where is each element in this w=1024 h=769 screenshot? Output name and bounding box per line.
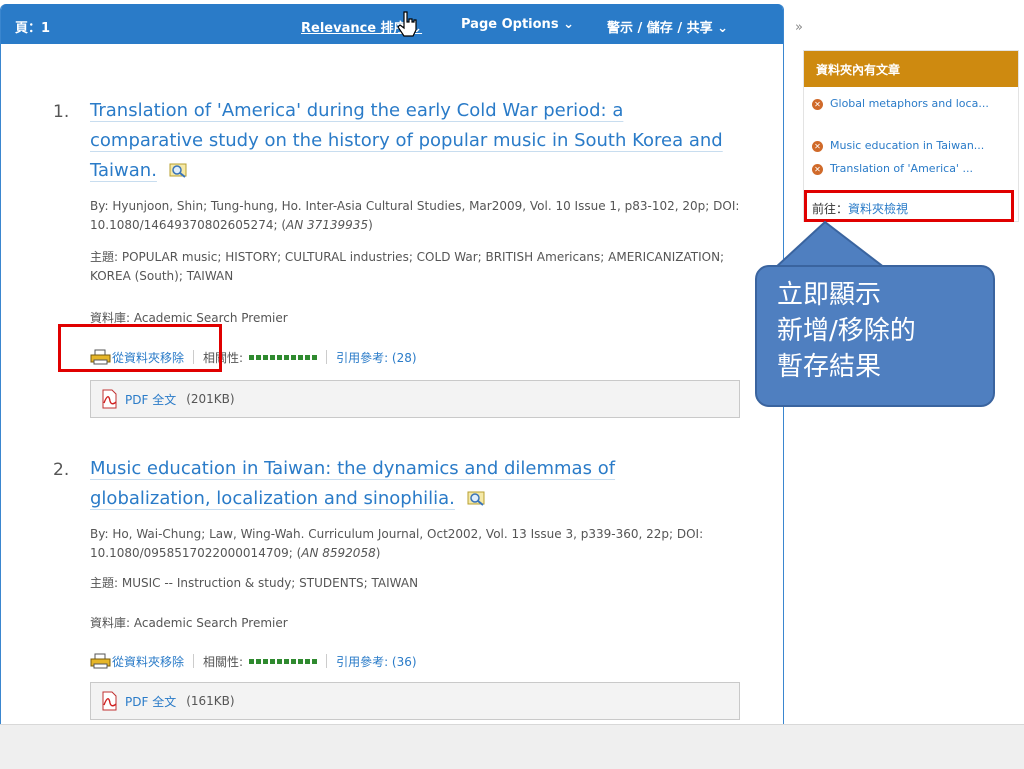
result-number: 2. <box>53 460 70 480</box>
magnifier-preview-icon[interactable] <box>467 490 487 506</box>
printer-icon <box>90 653 111 669</box>
pdf-size: (201KB) <box>186 392 235 406</box>
folder-panel-title: 資料夾內有文章 <box>804 51 1018 87</box>
alert-save-share-menu[interactable]: 警示 / 儲存 / 共享 ⌄ <box>607 17 728 36</box>
page-options-menu[interactable]: Page Options ⌄ <box>461 17 574 32</box>
divider <box>326 350 328 364</box>
result-byline: By: Hyunjoon, Shin; Tung-hung, Ho. Inter… <box>90 199 740 232</box>
fulltext-box: PDF 全文 (161KB) <box>90 682 740 720</box>
cited-references-link[interactable]: 引用參考: (36) <box>336 653 417 670</box>
result-byline: By: Ho, Wai-Chung; Law, Wing-Wah. Curric… <box>90 527 704 560</box>
relevance-label: 相關性: <box>203 654 244 669</box>
collapse-sidebar-button[interactable]: » <box>795 20 803 35</box>
result-subjects: 主題: POPULAR music; HISTORY; CULTURAL ind… <box>90 250 725 283</box>
callout-line: 新增/移除的 <box>777 316 916 346</box>
result-actions: 從資料夾移除 相關性: 引用參考: (36) <box>90 651 417 671</box>
footer-band <box>0 724 1024 769</box>
result-title-link[interactable]: Music education in Taiwan: the dynamics … <box>90 454 740 514</box>
highlight-box <box>804 190 1014 222</box>
results-toolbar: 頁：1 Relevance 排序 ⌄ Page Options ⌄ 警示 / 儲… <box>1 4 783 44</box>
callout-bubble: 立即顯示 新增/移除的 暫存結果 <box>755 265 995 407</box>
pdf-icon <box>102 691 117 711</box>
highlight-box <box>58 324 222 372</box>
result-subjects: 主題: MUSIC -- Instruction & study; STUDEN… <box>90 576 419 590</box>
page-number-label: 頁：1 <box>15 21 51 36</box>
remove-x-icon[interactable]: ✕ <box>812 99 823 110</box>
remove-from-folder-button[interactable]: 從資料夾移除 <box>90 653 184 670</box>
callout-line: 立即顯示 <box>777 280 882 310</box>
relevance-bar <box>249 354 318 360</box>
remove-x-icon[interactable]: ✕ <box>812 164 823 175</box>
callout-line: 暫存結果 <box>777 352 882 382</box>
folder-item[interactable]: ✕ Translation of 'America' ... <box>812 162 973 175</box>
hand-cursor-icon <box>397 11 417 37</box>
result-title-link[interactable]: Translation of 'America' during the earl… <box>90 96 740 186</box>
pdf-fulltext-link[interactable]: PDF 全文 <box>125 391 176 408</box>
result-number: 1. <box>53 102 70 122</box>
folder-item[interactable]: ✕ Music education in Taiwan... <box>812 139 984 152</box>
remove-x-icon[interactable]: ✕ <box>812 141 823 152</box>
divider <box>193 654 195 668</box>
fulltext-box: PDF 全文 (201KB) <box>90 380 740 418</box>
folder-item[interactable]: ✕ Global metaphors and loca... <box>812 97 1008 110</box>
pdf-icon <box>102 389 117 409</box>
pdf-fulltext-link[interactable]: PDF 全文 <box>125 693 176 710</box>
pdf-size: (161KB) <box>186 694 235 708</box>
cited-references-link[interactable]: 引用參考: (28) <box>336 349 417 366</box>
relevance-bar <box>249 658 318 664</box>
magnifier-preview-icon[interactable] <box>169 162 189 178</box>
result-database: 資料庫: Academic Search Premier <box>90 616 288 630</box>
divider <box>326 654 328 668</box>
